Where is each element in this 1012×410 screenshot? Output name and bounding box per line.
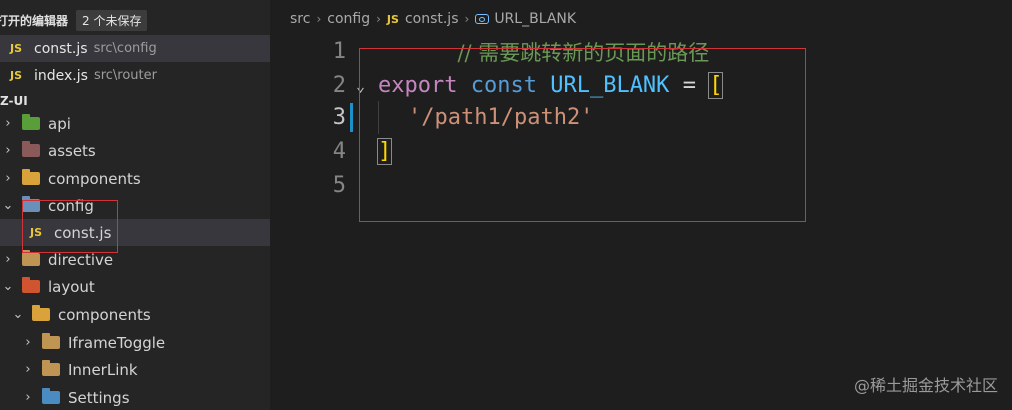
open-editor-index-js[interactable]: JS index.js src\router — [0, 62, 270, 89]
annotation-highlight-box — [22, 200, 118, 253]
tree-folder-layout[interactable]: ⌄ layout — [0, 273, 270, 300]
chevron-right-icon: › — [25, 390, 31, 405]
chevron-right-icon: › — [316, 12, 322, 26]
chevron-down-icon: ⌄ — [2, 198, 14, 213]
chevron-down-icon: ⌄ — [12, 307, 24, 322]
line-number: 4 — [332, 139, 346, 164]
js-file-icon: JS — [10, 42, 23, 55]
open-editor-path: src\router — [93, 68, 157, 83]
chevron-right-icon: › — [25, 362, 31, 377]
chevron-right-icon: › — [5, 116, 11, 131]
tree-folder-assets[interactable]: › assets — [0, 137, 270, 164]
tree-folder-iframetoggle[interactable]: › IframeToggle — [0, 329, 270, 356]
folder-icon — [42, 333, 60, 349]
line-number: 3 — [332, 105, 346, 130]
folder-components-icon — [32, 305, 50, 321]
open-editor-const-js[interactable]: JS const.js src\config — [0, 35, 270, 62]
tree-item-label: components — [48, 169, 141, 188]
folder-icon — [42, 360, 60, 376]
chevron-right-icon: › — [5, 171, 11, 186]
open-editors-title: 打开的编辑器 — [0, 13, 69, 28]
code-editor[interactable]: src › config › JS const.js › URL_BLANK 1… — [270, 0, 1012, 410]
tree-folder-layout-components[interactable]: ⌄ components — [0, 301, 270, 328]
tree-folder-api[interactable]: › api — [0, 110, 270, 137]
tree-folder-settings[interactable]: › Settings — [0, 384, 270, 410]
tree-folder-components[interactable]: › components — [0, 165, 270, 192]
folder-api-icon — [22, 114, 40, 130]
line-number: 2 — [332, 73, 346, 98]
tree-item-label: IframeToggle — [68, 333, 166, 352]
folder-icon — [22, 250, 40, 266]
tree-item-label: directive — [48, 250, 114, 269]
open-editor-filename: const.js — [34, 40, 88, 57]
line-number: 5 — [332, 173, 346, 198]
annotation-highlight-box — [359, 48, 806, 222]
tree-item-label: api — [48, 114, 71, 133]
folder-settings-icon — [42, 388, 60, 404]
tree-item-label: InnerLink — [68, 360, 138, 379]
breadcrumb-item-config[interactable]: config — [327, 11, 370, 27]
folder-layout-icon — [22, 277, 40, 293]
tree-item-label: Settings — [68, 388, 130, 407]
open-editor-filename: index.js — [34, 67, 88, 84]
chevron-down-icon: ⌄ — [2, 279, 14, 294]
tree-item-label: assets — [48, 141, 96, 160]
line-number: 1 — [332, 39, 346, 64]
watermark: @稀土掘金技术社区 — [853, 376, 998, 395]
unsaved-count-badge: 2 个未保存 — [76, 9, 148, 31]
chevron-right-icon: › — [5, 143, 11, 158]
folder-assets-icon — [22, 141, 40, 157]
explorer-sidebar: 打开的编辑器 2 个未保存 JS const.js src\config JS … — [0, 0, 270, 410]
tree-folder-innerlink[interactable]: › InnerLink — [0, 356, 270, 383]
tree-item-label: layout — [48, 277, 95, 296]
tree-item-label: components — [58, 305, 151, 324]
chevron-right-icon: › — [25, 335, 31, 350]
open-editor-path: src\config — [93, 41, 157, 56]
folder-components-icon — [22, 169, 40, 185]
js-file-icon: JS — [10, 69, 23, 82]
breadcrumb-item-src[interactable]: src — [290, 11, 310, 27]
open-editors-header[interactable]: 打开的编辑器 2 个未保存 — [0, 8, 270, 32]
chevron-right-icon: › — [5, 252, 11, 267]
